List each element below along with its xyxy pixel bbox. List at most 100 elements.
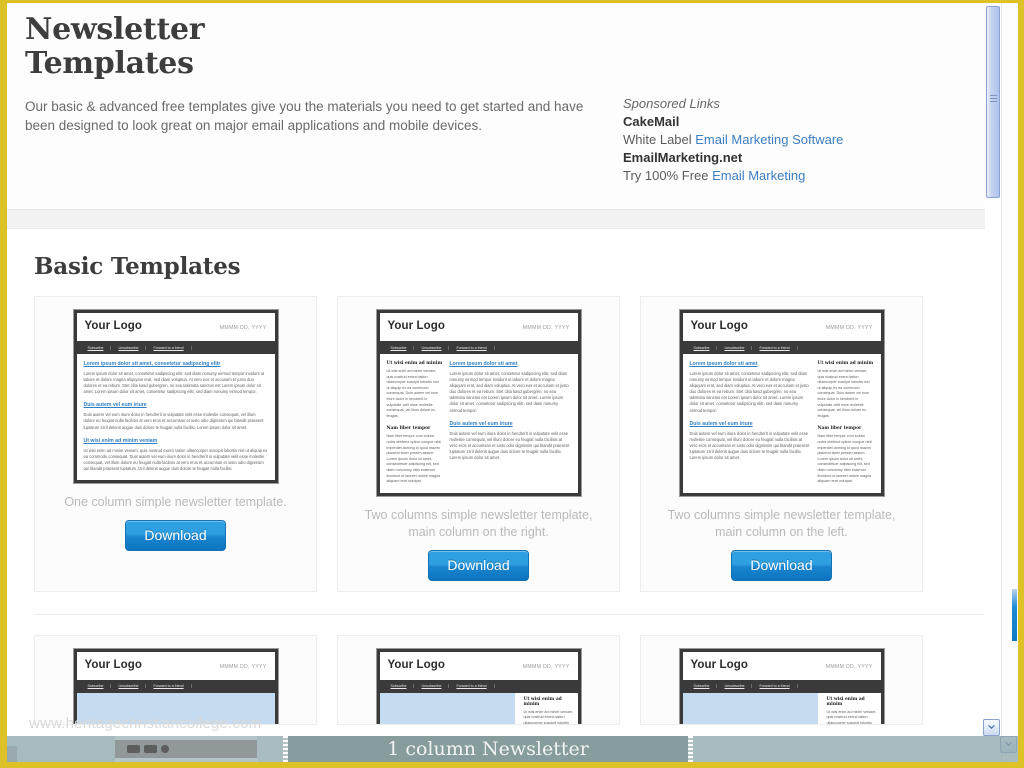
overlay-segment-right: [693, 736, 1018, 762]
preview-logo-text: Your Logo: [84, 320, 143, 332]
overlay-control-chip[interactable]: [115, 740, 257, 758]
preview-nav-bar: Subscribe Unsubscribe Forward to a frien…: [76, 341, 275, 354]
template-card[interactable]: Your Logo MMMM DD, YYYY Subscribe Unsubs…: [337, 634, 620, 725]
preview-nav-unsubscribe: Unsubscribe: [414, 345, 450, 350]
preview-date-text: MMMM DD, YYYY: [522, 325, 570, 331]
template-caption: Two columns simple newsletter template, …: [364, 507, 593, 539]
scroll-down-button-inner[interactable]: [983, 719, 1000, 736]
preview-logo-text: Your Logo: [690, 320, 749, 332]
scrollbar-grip-icon: [990, 95, 997, 103]
template-card[interactable]: Your Logo MMMM DD, YYYY Subscribe Unsubs…: [640, 296, 923, 592]
preview-nav-unsubscribe: Unsubscribe: [111, 684, 147, 689]
download-button[interactable]: Download: [731, 549, 832, 581]
page-title: Newsletter Templates: [25, 13, 355, 81]
preview-nav-unsubscribe: Unsubscribe: [111, 345, 147, 350]
browser-viewport: Newsletter Templates Our basic & advance…: [0, 0, 1024, 768]
preview-heading: Lorem ipsum dolor sit amet: [449, 361, 518, 367]
overlay-block-icon: [127, 745, 140, 753]
preview-body: Lorem ipsum dolor sit amet Lorem ipsum d…: [682, 354, 881, 493]
preview-main-column: Lorem ipsum dolor sit amet Lorem ipsum d…: [690, 361, 811, 485]
preview-side-paragraph: Ut wisi enim ad minim veniam, quis nostr…: [826, 709, 877, 725]
sponsored-link-0[interactable]: Email Marketing Software: [695, 132, 843, 147]
preview-nav-subscribe: Subscribe: [384, 684, 415, 689]
preview-date-text: MMMM DD, YYYY: [219, 325, 267, 331]
template-card[interactable]: Your Logo MMMM DD, YYYY Subscribe Unsubs…: [640, 634, 923, 725]
preview-logo-bar: Your Logo MMMM DD, YYYY: [76, 651, 275, 680]
preview-side-heading: Ut wisi enim ad minim: [523, 696, 562, 707]
preview-paragraph: Lorem ipsum dolor sit amet, consetetur s…: [449, 371, 569, 413]
newsletter-preview: Your Logo MMMM DD, YYYY Subscribe Unsubs…: [72, 647, 279, 724]
preview-nav-subscribe: Subscribe: [81, 684, 112, 689]
page-title-line1: Newsletter: [25, 12, 205, 47]
preview-side-heading: Nam liber tempor: [386, 426, 431, 432]
preview-side-heading: Ut wisi enim ad minim: [826, 696, 865, 707]
sponsored-links-label: Sponsored Links: [623, 96, 720, 111]
preview-nav-forward: Forward to a friend: [449, 345, 495, 350]
preview-nav-subscribe: Subscribe: [687, 345, 718, 350]
media-overlay-bar[interactable]: 1 column Newsletter: [7, 736, 1018, 762]
section-divider-band: [7, 209, 1011, 229]
outer-scrollbar-track[interactable]: [1001, 3, 1018, 762]
preview-logo-bar: Your Logo MMMM DD, YYYY: [379, 313, 578, 341]
overlay-title: 1 column Newsletter: [387, 738, 589, 760]
preview-side-paragraph: Nam liber tempor cum soluta nobis eleife…: [817, 434, 873, 484]
preview-heading: Lorem ipsum dolor sit amet, consetetur s…: [83, 361, 221, 367]
preview-nav-subscribe: Subscribe: [687, 684, 718, 689]
preview-logo-bar: Your Logo MMMM DD, YYYY: [379, 651, 578, 680]
sponsored-link-1[interactable]: Email Marketing: [712, 168, 805, 183]
download-button[interactable]: Download: [125, 520, 226, 552]
newsletter-preview: Your Logo MMMM DD, YYYY Subscribe Unsubs…: [678, 309, 885, 497]
scrollbar-progress-accent: [1012, 589, 1017, 641]
preview-side-column: Ut wisi enim ad minim Ut wisi enim ad mi…: [818, 361, 874, 485]
preview-logo-bar: Your Logo MMMM DD, YYYY: [682, 313, 881, 341]
download-button[interactable]: Download: [428, 549, 529, 581]
preview-side-heading: Nam liber tempor: [817, 426, 862, 432]
sponsored-prefix-0: White Label: [623, 132, 696, 147]
preview-date-text: MMMM DD, YYYY: [825, 325, 873, 331]
preview-nav-unsubscribe: Unsubscribe: [717, 684, 753, 689]
newsletter-preview: Your Logo MMMM DD, YYYY Subscribe Unsubs…: [72, 309, 279, 485]
sponsored-advertiser-1: EmailMarketing.net: [623, 150, 743, 165]
overlay-dot-icon: [161, 745, 169, 753]
page-content: Newsletter Templates Our basic & advance…: [7, 3, 1011, 762]
page-title-line2: Templates: [25, 46, 194, 81]
preview-body: Ut wisi enim ad minim Ut wisi enim ad mi…: [379, 692, 578, 724]
page-description: Our basic & advanced free templates give…: [25, 99, 584, 133]
preview-heading: Duis autem vel eum iriure: [83, 402, 147, 409]
preview-paragraph: Duis autem vel eum iriure dolor in hendr…: [83, 412, 264, 430]
newsletter-preview: Your Logo MMMM DD, YYYY Subscribe Unsubs…: [375, 309, 582, 497]
preview-date-text: MMMM DD, YYYY: [825, 663, 873, 670]
preview-side-heading: Ut wisi enim ad minim: [817, 361, 874, 366]
inner-scrollbar-thumb[interactable]: [986, 6, 1000, 198]
preview-nav-subscribe: Subscribe: [384, 345, 415, 350]
template-caption: Two columns simple newsletter template, …: [667, 507, 896, 539]
newsletter-preview: Your Logo MMMM DD, YYYY Subscribe Unsubs…: [375, 647, 582, 724]
preview-main-column: Lorem ipsum dolor sit amet Lorem ipsum d…: [450, 361, 571, 485]
preview-date-text: MMMM DD, YYYY: [522, 663, 570, 670]
preview-main-column: Lorem ipsum dolor sit amet, consetetur s…: [84, 361, 268, 472]
preview-hero-image: [682, 692, 818, 724]
overlay-corner-block: [7, 746, 17, 762]
preview-side-paragraph: Nam liber tempor cum soluta nobis eleife…: [386, 434, 442, 484]
section-title-basic-templates: Basic Templates: [34, 253, 241, 280]
newsletter-preview: Your Logo MMMM DD, YYYY Subscribe Unsubs…: [678, 647, 885, 725]
preview-paragraph: Lorem ipsum dolor sit amet, consetetur s…: [83, 371, 265, 395]
preview-nav-forward: Forward to a friend: [752, 345, 798, 350]
preview-nav-forward: Forward to a friend: [146, 345, 192, 350]
preview-hero-image: [76, 692, 275, 724]
preview-body: Lorem ipsum dolor sit amet, consetetur s…: [76, 354, 275, 481]
template-card[interactable]: Your Logo MMMM DD, YYYY Subscribe Unsubs…: [337, 296, 620, 592]
overlay-gap: [257, 736, 283, 762]
template-card[interactable]: Your Logo MMMM DD, YYYY Subscribe Unsubs…: [34, 634, 317, 725]
preview-heading: Duis autem vel eum iriure: [449, 420, 513, 427]
preview-nav-subscribe: Subscribe: [81, 345, 112, 350]
sponsored-advertiser-0: CakeMail: [623, 114, 680, 129]
preview-body: Ut wisi enim ad minim Ut wisi enim ad mi…: [379, 354, 578, 493]
sponsored-links-panel: Sponsored Links CakeMail White Label Ema…: [623, 95, 953, 185]
preview-nav-bar: Subscribe Unsubscribe Forward to a frien…: [379, 341, 578, 354]
preview-paragraph: Duis autem vel eum iriure dolor in hendr…: [689, 430, 810, 461]
preview-body: Ut wisi enim ad minim Ut wisi enim ad mi…: [682, 692, 881, 725]
preview-nav-unsubscribe: Unsubscribe: [414, 684, 450, 689]
template-card[interactable]: Your Logo MMMM DD, YYYY Subscribe Unsubs…: [34, 296, 317, 592]
preview-side-heading: Ut wisi enim ad minim: [386, 361, 443, 366]
